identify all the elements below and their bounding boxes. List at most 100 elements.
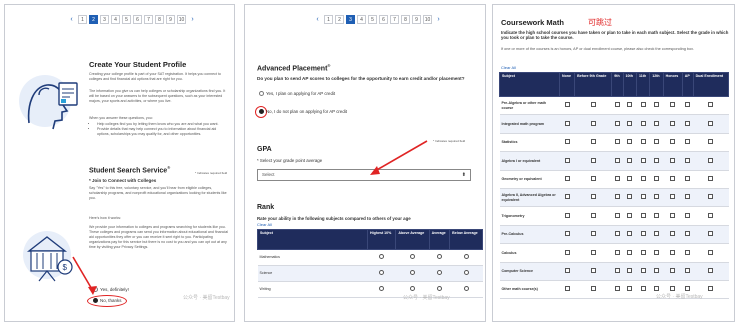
- coursework-checkbox[interactable]: [614, 231, 620, 237]
- coursework-checkbox[interactable]: [590, 268, 596, 273]
- coursework-checkbox[interactable]: [653, 212, 659, 218]
- coursework-checkbox[interactable]: [708, 286, 714, 292]
- coursework-checkbox[interactable]: [590, 139, 596, 145]
- coursework-checkbox[interactable]: [708, 157, 714, 163]
- coursework-clear-all-link[interactable]: Clear All: [501, 65, 516, 70]
- coursework-checkbox[interactable]: [670, 102, 676, 108]
- rank-radio[interactable]: [410, 286, 415, 292]
- chevron-right-icon[interactable]: ›: [188, 15, 197, 24]
- rank-radio[interactable]: [463, 254, 469, 260]
- coursework-checkbox[interactable]: [640, 212, 646, 218]
- coursework-checkbox[interactable]: [653, 176, 659, 182]
- page-number-button[interactable]: 9: [166, 15, 175, 24]
- rank-radio[interactable]: [463, 286, 469, 292]
- page-number-button[interactable]: 9: [412, 15, 421, 24]
- page-number-button[interactable]: 2: [335, 15, 344, 24]
- coursework-checkbox[interactable]: [653, 139, 659, 145]
- coursework-checkbox[interactable]: [564, 120, 570, 126]
- coursework-checkbox[interactable]: [708, 249, 714, 255]
- coursework-checkbox[interactable]: [653, 194, 659, 200]
- coursework-checkbox[interactable]: [590, 157, 596, 163]
- coursework-checkbox[interactable]: [627, 176, 633, 182]
- coursework-checkbox[interactable]: [564, 176, 570, 182]
- coursework-checkbox[interactable]: [564, 139, 570, 145]
- rank-radio[interactable]: [379, 254, 385, 260]
- coursework-checkbox[interactable]: [590, 249, 596, 255]
- page-number-button[interactable]: 10: [177, 15, 186, 24]
- coursework-checkbox[interactable]: [685, 194, 691, 200]
- coursework-checkbox[interactable]: [640, 102, 646, 108]
- page-number-button[interactable]: 2: [89, 15, 98, 24]
- coursework-checkbox[interactable]: [614, 286, 620, 292]
- coursework-checkbox[interactable]: [685, 157, 691, 163]
- coursework-checkbox[interactable]: [627, 268, 633, 273]
- coursework-checkbox[interactable]: [670, 231, 676, 237]
- page-number-button[interactable]: 3: [346, 15, 355, 24]
- coursework-checkbox[interactable]: [590, 212, 596, 218]
- coursework-checkbox[interactable]: [640, 120, 646, 126]
- page-number-button[interactable]: 4: [111, 15, 120, 24]
- coursework-checkbox[interactable]: [564, 157, 570, 163]
- coursework-checkbox[interactable]: [685, 120, 691, 126]
- coursework-checkbox[interactable]: [640, 286, 646, 292]
- page-number-button[interactable]: 3: [100, 15, 109, 24]
- coursework-checkbox[interactable]: [627, 102, 633, 108]
- page-number-button[interactable]: 7: [144, 15, 153, 24]
- coursework-checkbox[interactable]: [627, 157, 633, 163]
- coursework-checkbox[interactable]: [685, 231, 691, 237]
- coursework-checkbox[interactable]: [564, 268, 570, 273]
- coursework-checkbox[interactable]: [670, 176, 676, 182]
- page-number-button[interactable]: 1: [78, 15, 87, 24]
- page-number-button[interactable]: 7: [390, 15, 399, 24]
- coursework-checkbox[interactable]: [708, 212, 714, 218]
- coursework-checkbox[interactable]: [653, 157, 659, 163]
- coursework-checkbox[interactable]: [708, 102, 714, 108]
- coursework-checkbox[interactable]: [590, 194, 596, 200]
- chevron-right-icon[interactable]: ›: [434, 15, 443, 24]
- coursework-checkbox[interactable]: [564, 286, 570, 292]
- coursework-checkbox[interactable]: [670, 249, 676, 255]
- coursework-checkbox[interactable]: [590, 231, 596, 237]
- coursework-checkbox[interactable]: [627, 194, 633, 200]
- page-number-button[interactable]: 1: [324, 15, 333, 24]
- coursework-checkbox[interactable]: [653, 286, 659, 292]
- coursework-checkbox[interactable]: [614, 212, 620, 218]
- coursework-checkbox[interactable]: [564, 212, 570, 218]
- coursework-checkbox[interactable]: [653, 102, 659, 108]
- coursework-checkbox[interactable]: [670, 139, 676, 145]
- rank-radio[interactable]: [410, 254, 415, 260]
- page-number-button[interactable]: 5: [122, 15, 131, 24]
- coursework-checkbox[interactable]: [653, 249, 659, 255]
- coursework-checkbox[interactable]: [627, 286, 633, 292]
- chevron-left-icon[interactable]: ‹: [313, 15, 322, 24]
- ap-yes-radio[interactable]: [259, 91, 264, 97]
- coursework-checkbox[interactable]: [640, 268, 646, 273]
- page-number-button[interactable]: 10: [423, 15, 432, 24]
- rank-radio[interactable]: [379, 270, 385, 276]
- coursework-checkbox[interactable]: [685, 102, 691, 108]
- coursework-checkbox[interactable]: [708, 268, 714, 273]
- page-number-button[interactable]: 5: [368, 15, 377, 24]
- coursework-checkbox[interactable]: [670, 212, 676, 218]
- coursework-checkbox[interactable]: [590, 286, 596, 292]
- coursework-checkbox[interactable]: [614, 176, 620, 182]
- rank-clear-all-link[interactable]: Clear All: [257, 222, 272, 227]
- coursework-checkbox[interactable]: [614, 102, 620, 108]
- coursework-checkbox[interactable]: [653, 268, 659, 273]
- rank-radio[interactable]: [410, 270, 415, 276]
- coursework-checkbox[interactable]: [653, 120, 659, 126]
- coursework-checkbox[interactable]: [708, 120, 714, 126]
- rank-radio[interactable]: [436, 286, 442, 292]
- coursework-checkbox[interactable]: [627, 120, 633, 126]
- coursework-checkbox[interactable]: [590, 176, 596, 182]
- coursework-checkbox[interactable]: [640, 139, 646, 145]
- coursework-checkbox[interactable]: [614, 139, 620, 145]
- coursework-checkbox[interactable]: [708, 231, 714, 237]
- coursework-checkbox[interactable]: [640, 176, 646, 182]
- page-number-button[interactable]: 6: [133, 15, 142, 24]
- coursework-checkbox[interactable]: [627, 249, 633, 255]
- coursework-checkbox[interactable]: [670, 268, 676, 273]
- coursework-checkbox[interactable]: [590, 120, 596, 126]
- page-number-button[interactable]: 8: [401, 15, 410, 24]
- coursework-checkbox[interactable]: [564, 194, 570, 200]
